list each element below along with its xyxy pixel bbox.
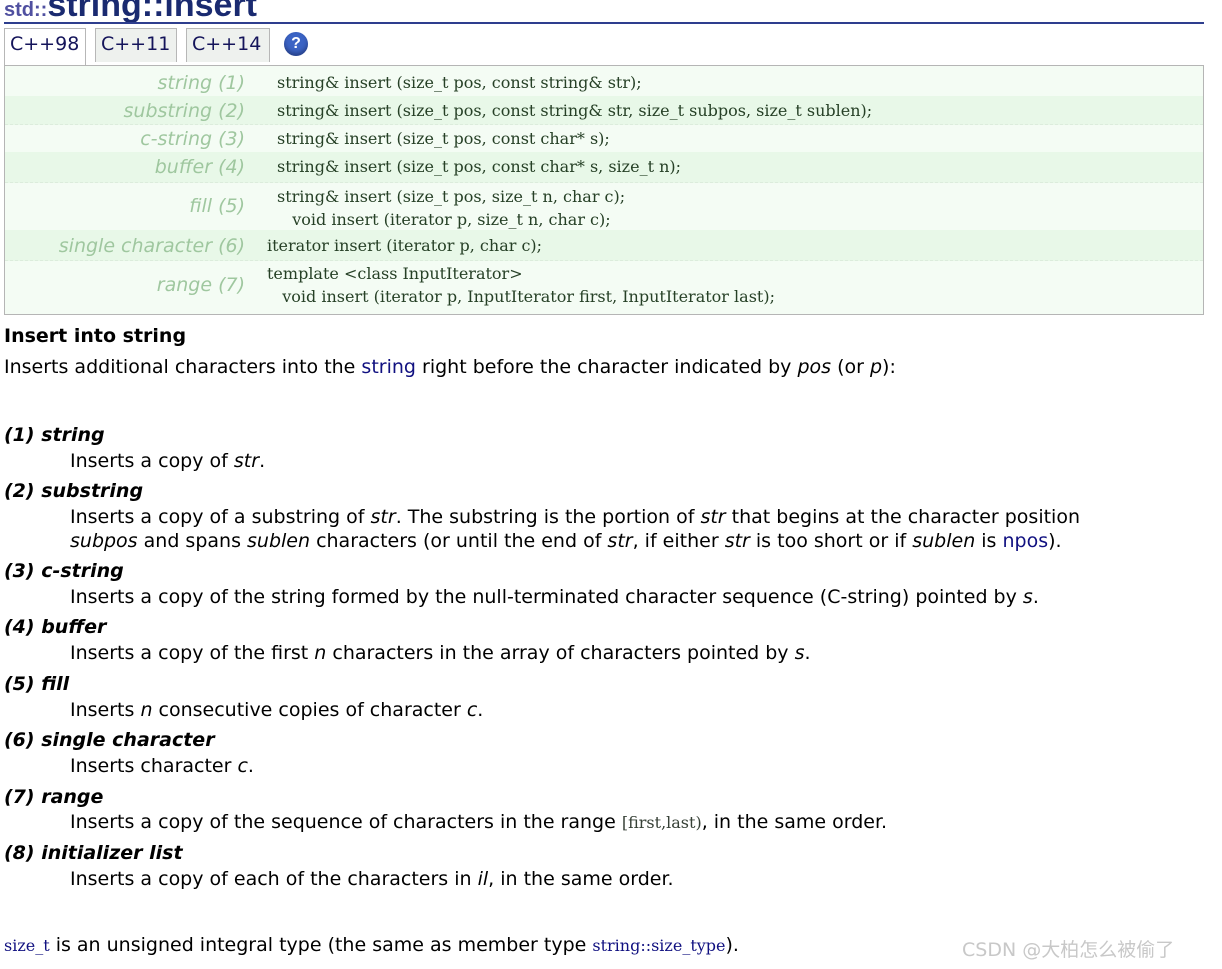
size-type-link[interactable]: string::size_type — [592, 936, 725, 955]
size-t-note: size_t is an unsigned integral type (the… — [4, 934, 739, 956]
prototype-code: string& insert (size_t pos, const char* … — [277, 129, 610, 148]
prototype-label: buffer (4) — [154, 156, 245, 178]
prototype-code: string& insert (size_t pos, const string… — [277, 73, 642, 92]
title-function-name: string::insert — [47, 0, 258, 24]
prototype-label: range (7) — [156, 274, 245, 296]
prototype-label: fill (5) — [189, 195, 245, 217]
watermark: CSDN @大柏怎么被偷了 — [962, 939, 1175, 961]
prototype-code: string& insert (size_t pos, const char* … — [277, 157, 682, 176]
tab-cpp98[interactable]: C++98 — [4, 28, 86, 65]
desc-body-c-string: Inserts a copy of the string formed by t… — [70, 586, 1039, 608]
intro-text: ): — [882, 356, 896, 378]
desc-heading-initializer-list: (8) initializer list — [4, 842, 183, 864]
desc-heading-string: (1) string — [4, 424, 105, 446]
prototype-row-range: range (7) template <class InputIterator>… — [5, 260, 1203, 314]
desc-heading-substring: (2) substring — [4, 480, 144, 502]
tab-cpp14[interactable]: C++14 — [186, 28, 270, 62]
string-link[interactable]: string — [361, 356, 416, 378]
desc-body-single-character: Inserts character c. — [70, 755, 254, 777]
page-title: std::string::insert — [4, 0, 258, 24]
size-t-link[interactable]: size_t — [4, 936, 50, 955]
desc-heading-buffer: (4) buffer — [4, 616, 107, 638]
prototype-row-substring: substring (2) string& insert (size_t pos… — [5, 96, 1203, 125]
desc-body-fill: Inserts n consecutive copies of characte… — [70, 699, 484, 721]
prototype-row-c-string: c-string (3) string& insert (size_t pos,… — [5, 124, 1203, 153]
param-pos: pos — [797, 356, 832, 378]
title-namespace-link[interactable]: std:: — [4, 0, 47, 21]
desc-heading-c-string: (3) c-string — [4, 560, 124, 582]
prototype-row-string: string (1) string& insert (size_t pos, c… — [5, 66, 1203, 97]
prototype-code: string& insert (size_t pos, size_t n, ch… — [277, 187, 626, 206]
desc-body-range: Inserts a copy of the sequence of charac… — [70, 811, 888, 833]
intro-text: Inserts additional characters into the — [4, 356, 362, 378]
prototype-label: single character (6) — [58, 235, 245, 257]
desc-body-substring: Inserts a copy of a substring of str. Th… — [70, 506, 1080, 552]
desc-body-initializer-list: Inserts a copy of each of the characters… — [70, 868, 674, 890]
help-icon[interactable]: ? — [284, 32, 308, 56]
desc-heading-fill: (5) fill — [4, 673, 70, 695]
prototype-label: c-string (3) — [140, 128, 245, 150]
desc-heading-single-character: (6) single character — [4, 729, 215, 751]
intro-text: right before the character indicated by — [415, 356, 798, 378]
prototype-label: substring (2) — [123, 100, 246, 122]
prototype-row-single-character: single character (6) iterator insert (it… — [5, 230, 1203, 261]
section-title: Insert into string — [4, 325, 187, 347]
intro-paragraph: Inserts additional characters into the s… — [4, 356, 896, 378]
npos-link[interactable]: npos — [1003, 530, 1049, 552]
prototypes-panel: string (1) string& insert (size_t pos, c… — [4, 65, 1204, 315]
tab-cpp11[interactable]: C++11 — [95, 28, 177, 62]
desc-heading-range: (7) range — [4, 786, 104, 808]
intro-text: (or — [831, 356, 870, 378]
prototype-code: void insert (iterator p, size_t n, char … — [277, 210, 611, 229]
param-p: p — [869, 356, 883, 378]
desc-body-buffer: Inserts a copy of the first n characters… — [70, 642, 811, 664]
desc-body-string: Inserts a copy of str. — [70, 450, 266, 472]
prototype-row-buffer: buffer (4) string& insert (size_t pos, c… — [5, 152, 1203, 183]
prototype-row-fill: fill (5) string& insert (size_t pos, siz… — [5, 182, 1203, 231]
prototype-code: iterator insert (iterator p, char c); — [267, 236, 543, 255]
prototype-code: void insert (iterator p, InputIterator f… — [267, 287, 775, 306]
prototype-label: string (1) — [157, 72, 246, 94]
prototype-code: string& insert (size_t pos, const string… — [277, 101, 873, 120]
title-divider — [4, 22, 1204, 24]
prototype-code: template <class InputIterator> — [267, 264, 523, 283]
